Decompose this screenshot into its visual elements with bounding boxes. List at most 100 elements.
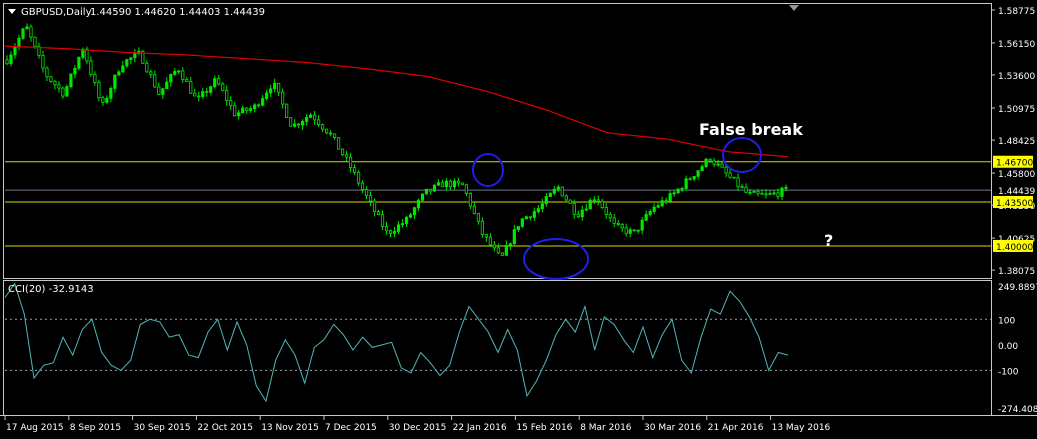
- candle-body: [269, 88, 273, 94]
- indicator-header: CCI(20) -32.9143: [8, 284, 94, 295]
- candle-body: [241, 107, 245, 114]
- candle-body: [748, 191, 752, 194]
- candle-body: [109, 88, 113, 99]
- candle-body: [153, 74, 157, 88]
- candle-body: [756, 191, 760, 194]
- candle-body: [444, 180, 449, 188]
- triangle-down-icon[interactable]: [8, 9, 16, 14]
- candle-body: [540, 203, 544, 210]
- candle-body: [676, 188, 680, 194]
- candle-body: [396, 224, 401, 232]
- cci-tick-label: 249.8897: [998, 283, 1037, 293]
- candle-body: [640, 219, 644, 231]
- false-break-circle-jan: [472, 153, 504, 187]
- candle-body: [572, 203, 576, 215]
- candle-body: [696, 170, 700, 177]
- candle-body: [376, 211, 381, 216]
- cci-tick-label: -100: [998, 367, 1019, 377]
- price-series: [4, 23, 991, 256]
- time-tick-label: 22 Jan 2016: [453, 423, 507, 433]
- candle-body: [528, 216, 532, 219]
- candle-body: [400, 223, 405, 226]
- candle-body: [360, 182, 365, 190]
- candle-body: [752, 191, 756, 193]
- candle-body: [344, 154, 349, 158]
- candle-body: [516, 226, 520, 231]
- candle-body: [404, 216, 409, 224]
- candle-body: [476, 212, 480, 222]
- candle-body: [532, 211, 536, 218]
- candle-body: [592, 199, 596, 202]
- candle-body: [129, 57, 133, 61]
- scroll-marker-icon[interactable]: [789, 5, 799, 11]
- candle-body: [293, 123, 297, 127]
- cci-tick-label: -274.4083: [998, 405, 1037, 415]
- candle-body: [620, 224, 624, 229]
- candle-body: [13, 46, 17, 56]
- price-tick-label: 1.53600: [998, 72, 1035, 82]
- candle-body: [408, 214, 413, 218]
- candle-body: [380, 214, 385, 227]
- candle-body: [656, 205, 660, 208]
- candle-body: [173, 71, 177, 75]
- candle-body: [69, 73, 73, 88]
- candle-body: [416, 199, 421, 209]
- candle-body: [348, 156, 353, 169]
- candle-body: [440, 182, 445, 188]
- candle-body: [492, 244, 496, 249]
- candle-body: [496, 247, 500, 254]
- candle-body: [672, 192, 676, 195]
- candle-body: [680, 188, 684, 190]
- candle-body: [237, 112, 241, 117]
- candle-body: [73, 67, 77, 75]
- candle-body: [181, 70, 185, 80]
- time-tick-label: 30 Sep 2015: [134, 423, 191, 433]
- candle-body: [436, 182, 441, 186]
- candle-body: [372, 200, 377, 212]
- candle-body: [636, 229, 640, 232]
- candle-body: [165, 81, 169, 90]
- time-tick-label: 17 Aug 2015: [6, 423, 64, 433]
- candle-body: [388, 230, 393, 234]
- candle-body: [760, 192, 764, 195]
- candle-body: [624, 227, 628, 234]
- price-tick-label: 1.50975: [998, 105, 1035, 115]
- candle-body: [392, 231, 397, 234]
- candle-body: [736, 177, 740, 188]
- candle-body: [568, 199, 572, 205]
- candle-body: [125, 59, 129, 67]
- candle-body: [289, 117, 293, 127]
- candle-body: [456, 180, 461, 184]
- candle-body: [157, 86, 161, 95]
- time-tick-label: 15 Feb 2016: [516, 423, 572, 433]
- candle-body: [576, 213, 580, 218]
- candle-body: [472, 205, 477, 214]
- candle-body: [712, 160, 716, 165]
- candle-body: [716, 163, 720, 166]
- candle-body: [732, 176, 736, 179]
- candle-body: [560, 186, 564, 197]
- candle-body: [113, 74, 117, 89]
- candle-body: [780, 187, 784, 197]
- candle-body: [65, 86, 69, 97]
- candle-body: [193, 92, 197, 97]
- candle-body: [273, 82, 277, 90]
- candle-body: [776, 192, 780, 197]
- candle-body: [520, 218, 524, 227]
- candle-body: [784, 186, 788, 189]
- candle-body: [57, 84, 61, 89]
- candle-body: [772, 192, 776, 195]
- candle-body: [305, 117, 309, 122]
- candle-body: [340, 148, 345, 156]
- candle-body: [708, 158, 712, 162]
- candle-body: [484, 234, 488, 238]
- candle-body: [384, 226, 389, 232]
- candle-body: [704, 158, 708, 167]
- candle-body: [352, 167, 357, 173]
- candle-body: [480, 220, 484, 236]
- level-label: 1.46700: [996, 159, 1033, 169]
- candle-body: [552, 188, 556, 194]
- candle-body: [17, 37, 21, 48]
- candle-body: [544, 196, 548, 205]
- candle-body: [97, 81, 101, 99]
